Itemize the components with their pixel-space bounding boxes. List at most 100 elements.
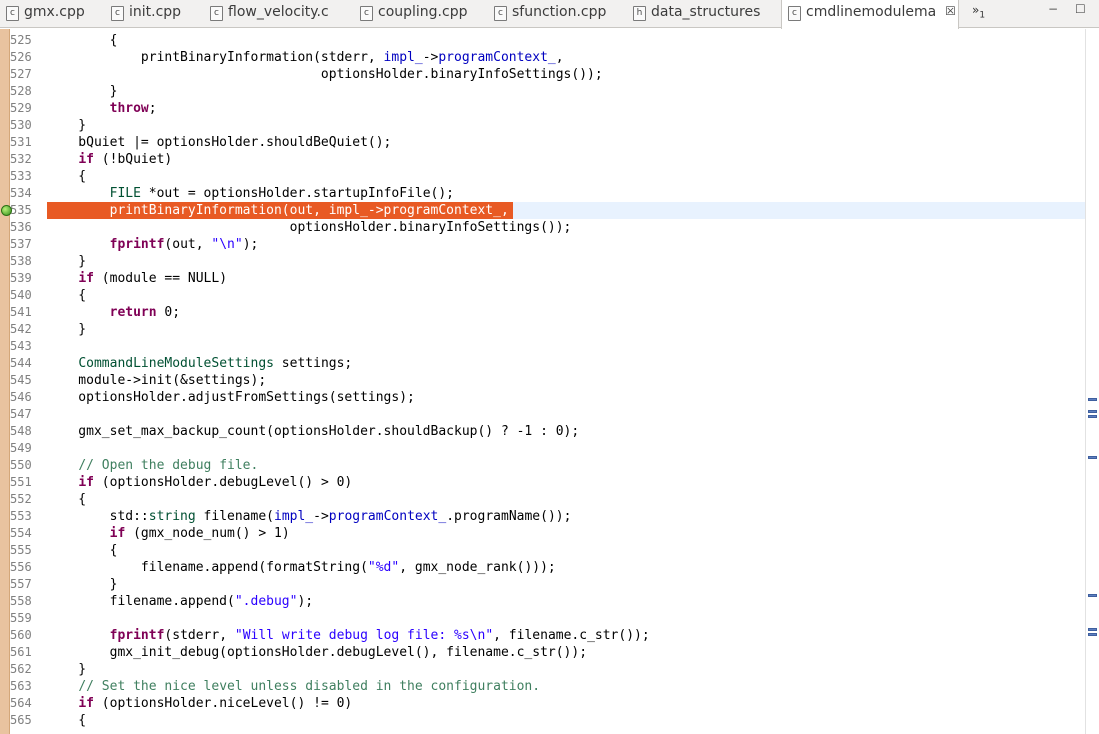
line-number: 541 <box>10 305 32 319</box>
line-number: 556 <box>10 560 32 574</box>
line-number: 538 <box>10 254 32 268</box>
code-line[interactable]: { <box>47 32 118 49</box>
code-line[interactable]: } <box>47 83 118 100</box>
code-line[interactable]: printBinaryInformation(stderr, impl_->pr… <box>47 49 564 66</box>
code-line[interactable]: { <box>47 168 86 185</box>
overview-marker[interactable] <box>1088 456 1097 459</box>
c-file-icon: c <box>788 6 801 21</box>
line-number: 548 <box>10 424 32 438</box>
minimize-button[interactable]: − <box>1048 2 1058 16</box>
tab-init-cpp[interactable]: c init.cpp <box>105 0 204 28</box>
line-number: 526 <box>10 50 32 64</box>
tab-sfunction-cpp[interactable]: c sfunction.cpp <box>488 0 627 28</box>
line-number: 530 <box>10 118 32 132</box>
code-line[interactable]: filename.append(formatString("%d", gmx_n… <box>47 559 556 576</box>
code-line[interactable]: if (gmx_node_num() > 1) <box>47 525 290 542</box>
code-line[interactable]: fprintf(out, "\n"); <box>47 236 259 253</box>
line-number: 545 <box>10 373 32 387</box>
code-editor[interactable]: 525 526 527 528 529 530 531 532 533 534 535 536 537 5… <box>0 29 1099 734</box>
line-number: 559 <box>10 611 32 625</box>
line-number: 537 <box>10 237 32 251</box>
overflow-count: 1 <box>979 10 986 21</box>
breakpoint-icon[interactable] <box>1 205 12 216</box>
line-number: 547 <box>10 407 32 421</box>
code-line[interactable]: printBinaryInformation(out, impl_->progr… <box>47 202 509 219</box>
code-line[interactable]: FILE *out = optionsHolder.startupInfoFil… <box>47 185 454 202</box>
code-line[interactable]: optionsHolder.binaryInfoSettings()); <box>47 219 572 236</box>
line-number: 562 <box>10 662 32 676</box>
code-line[interactable]: { <box>47 542 118 559</box>
line-number: 540 <box>10 288 32 302</box>
maximize-button[interactable]: ☐ <box>1075 2 1086 16</box>
tab-label: coupling.cpp <box>378 4 468 20</box>
code-line[interactable]: module->init(&settings); <box>47 372 266 389</box>
line-number: 552 <box>10 492 32 506</box>
code-area[interactable]: { printBinaryInformation(stderr, impl_->… <box>47 29 1085 734</box>
code-line[interactable]: { <box>47 287 86 304</box>
editor-tab-bar: c gmx.cpp c init.cpp c flow_velocity.c c coupli… <box>0 0 1099 29</box>
tab-label: sfunction.cpp <box>512 4 607 20</box>
tab-data-structures[interactable]: h data_structures <box>627 0 781 28</box>
line-number: 525 <box>10 33 32 47</box>
code-line[interactable]: filename.append(".debug"); <box>47 593 314 610</box>
code-line[interactable]: optionsHolder.binaryInfoSettings()); <box>47 66 603 83</box>
line-number: 534 <box>10 186 32 200</box>
header-file-icon: h <box>633 6 646 21</box>
code-line[interactable]: CommandLineModuleSettings settings; <box>47 355 352 372</box>
code-line[interactable]: if (optionsHolder.debugLevel() > 0) <box>47 474 352 491</box>
line-number: 553 <box>10 509 32 523</box>
code-line[interactable]: // Open the debug file. <box>47 457 258 474</box>
annotation-ruler[interactable] <box>0 29 10 734</box>
tab-gmx-cpp[interactable]: c gmx.cpp <box>0 0 105 28</box>
code-line[interactable]: if (optionsHolder.niceLevel() != 0) <box>47 695 352 712</box>
tab-coupling-cpp[interactable]: c coupling.cpp <box>354 0 488 28</box>
overview-marker[interactable] <box>1088 628 1097 631</box>
code-line[interactable]: std::string filename(impl_->programConte… <box>47 508 572 525</box>
line-number: 551 <box>10 475 32 489</box>
code-line[interactable]: if (!bQuiet) <box>47 151 172 168</box>
tab-flow-velocity-c[interactable]: c flow_velocity.c <box>204 0 354 28</box>
code-line[interactable]: // Set the nice level unless disabled in… <box>47 678 540 695</box>
code-line[interactable]: gmx_init_debug(optionsHolder.debugLevel(… <box>47 644 587 661</box>
code-line[interactable]: } <box>47 576 118 593</box>
line-number: 560 <box>10 628 32 642</box>
code-line[interactable]: bQuiet |= optionsHolder.shouldBeQuiet(); <box>47 134 391 151</box>
overview-marker[interactable] <box>1088 410 1097 413</box>
line-number: 561 <box>10 645 32 659</box>
overview-marker[interactable] <box>1088 415 1097 418</box>
tab-overflow-button[interactable]: »1 <box>972 3 985 20</box>
tab-label: gmx.cpp <box>24 4 85 20</box>
line-number: 533 <box>10 169 32 183</box>
tab-label: init.cpp <box>129 4 182 20</box>
code-line[interactable]: gmx_set_max_backup_count(optionsHolder.s… <box>47 423 579 440</box>
line-number: 542 <box>10 322 32 336</box>
code-line[interactable]: } <box>47 253 86 270</box>
line-number: 558 <box>10 594 32 608</box>
code-line[interactable]: } <box>47 321 86 338</box>
code-line[interactable]: return 0; <box>47 304 180 321</box>
overview-marker[interactable] <box>1088 633 1097 636</box>
line-number-gutter[interactable]: 525 526 527 528 529 530 531 532 533 534 535 536 537 5… <box>10 29 45 734</box>
code-line[interactable]: } <box>47 661 86 678</box>
line-number: 565 <box>10 713 32 727</box>
code-line[interactable]: } <box>47 117 86 134</box>
code-line[interactable]: optionsHolder.adjustFromSettings(setting… <box>47 389 415 406</box>
code-line[interactable]: if (module == NULL) <box>47 270 227 287</box>
close-tab-icon[interactable]: ☒ <box>945 4 956 18</box>
c-file-icon: c <box>494 6 507 21</box>
overview-marker[interactable] <box>1088 594 1097 597</box>
line-number: 532 <box>10 152 32 166</box>
line-number: 563 <box>10 679 32 693</box>
line-number: 527 <box>10 67 32 81</box>
code-line[interactable]: throw; <box>47 100 157 117</box>
overview-ruler[interactable] <box>1085 29 1099 734</box>
line-number: 528 <box>10 84 32 98</box>
tab-cmdlinemodulema[interactable]: c cmdlinemodulema ☒ <box>781 0 959 29</box>
line-number: 544 <box>10 356 32 370</box>
code-line[interactable]: { <box>47 712 86 729</box>
code-line[interactable]: { <box>47 491 86 508</box>
line-number: 543 <box>10 339 32 353</box>
line-number: 529 <box>10 101 32 115</box>
code-line[interactable]: fprintf(stderr, "Will write debug log fi… <box>47 627 650 644</box>
overview-marker[interactable] <box>1088 398 1097 401</box>
